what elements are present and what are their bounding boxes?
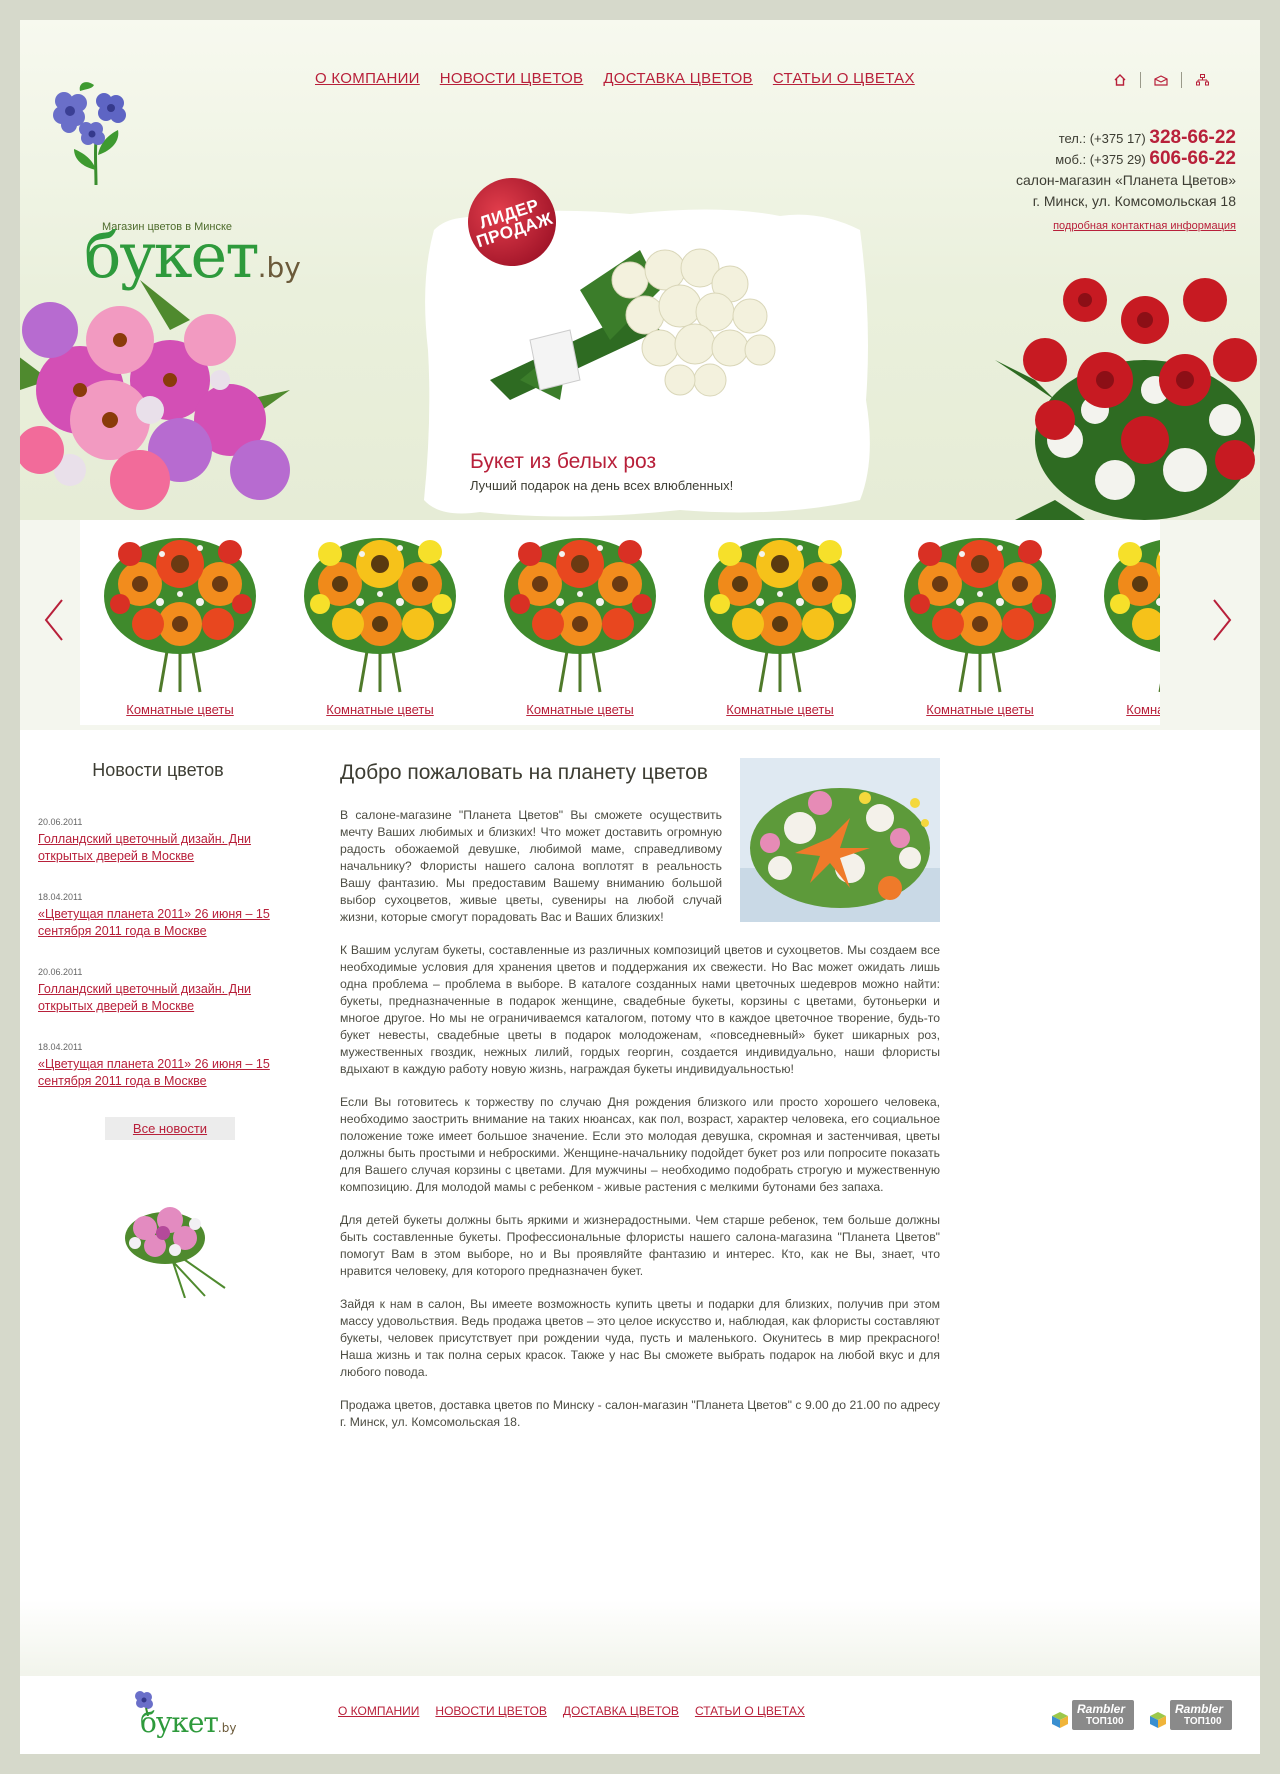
main-paragraph: Если Вы готовитесь к торжеству по случаю… bbox=[340, 1095, 940, 1194]
carousel-item[interactable]: Комнатные цветы bbox=[680, 520, 880, 725]
phone-label: тел.: (+375 17) bbox=[1058, 131, 1146, 146]
nav-about[interactable]: О КОМПАНИИ bbox=[315, 70, 420, 87]
carousel-item[interactable]: Комнатные цветы bbox=[1080, 520, 1160, 725]
phone-line: тел.: (+375 17) 328-66-22 bbox=[1016, 128, 1236, 149]
news-item: 18.04.2011 «Цветущая планета 2011» 26 ию… bbox=[38, 1042, 278, 1090]
footer-logo-wordmark: букет.by bbox=[140, 1706, 236, 1739]
counter-label: ТОП100 bbox=[1086, 1716, 1124, 1727]
news-sidebar: Новости цветов 20.06.2011 Голландский цв… bbox=[38, 760, 278, 1298]
footer-nav-about[interactable]: О КОМПАНИИ bbox=[338, 1704, 419, 1718]
home-icon[interactable] bbox=[1112, 72, 1128, 88]
footer-nav-delivery[interactable]: ДОСТАВКА ЦВЕТОВ bbox=[563, 1704, 679, 1718]
phone-number: 328-66-22 bbox=[1149, 127, 1236, 148]
bouquet-image bbox=[1104, 540, 1160, 692]
contact-details-link[interactable]: подробная контактная информация bbox=[1016, 220, 1236, 232]
top-icons bbox=[1112, 72, 1210, 88]
all-news-button[interactable]: Все новости bbox=[105, 1117, 235, 1140]
site-logo[interactable]: Магазин цветов в Минске букет.by bbox=[38, 75, 301, 287]
carousel-caption[interactable]: Комнатные цветы bbox=[680, 702, 880, 717]
counters: Rambler ТОП100 Rambler ТОП100 bbox=[1050, 1700, 1232, 1730]
product-carousel: Комнатные цветы Комнатные цветы Комнатные … bbox=[20, 520, 1260, 730]
carousel-item[interactable]: Комнатные цветы bbox=[880, 520, 1080, 725]
red-roses-image bbox=[995, 278, 1257, 520]
mail-icon[interactable] bbox=[1153, 72, 1169, 88]
footer-nav: О КОМПАНИИ НОВОСТИ ЦВЕТОВ ДОСТАВКА ЦВЕТО… bbox=[338, 1704, 805, 1718]
bouquet-image bbox=[504, 538, 656, 693]
footer-logo-main: букет bbox=[140, 1706, 219, 1739]
promo-title[interactable]: Букет из белых роз bbox=[470, 450, 656, 474]
main-paragraph: Продажа цветов, доставка цветов по Минск… bbox=[340, 1398, 940, 1429]
top-nav: О КОМПАНИИ НОВОСТИ ЦВЕТОВ ДОСТАВКА ЦВЕТО… bbox=[315, 70, 915, 87]
carousel-item[interactable]: Комнатные цветы bbox=[80, 520, 280, 725]
page: Магазин цветов в Минске букет.by О КОМПА… bbox=[20, 20, 1260, 1754]
carousel-caption[interactable]: Комнатные цветы bbox=[1080, 702, 1160, 717]
carousel-caption[interactable]: Комнатные цветы bbox=[480, 702, 680, 717]
rambler-cube-icon bbox=[1150, 1712, 1166, 1728]
pink-bouquet-image bbox=[20, 280, 290, 510]
main-paragraph: Зайдя к нам в салон, Вы имеете возможнос… bbox=[340, 1297, 940, 1379]
news-item: 18.04.2011 «Цветущая планета 2011» 26 ию… bbox=[38, 892, 278, 940]
counter-label: ТОП100 bbox=[1184, 1716, 1222, 1727]
mobile-label: моб.: (+375 29) bbox=[1055, 152, 1146, 167]
counter-name: Rambler bbox=[1077, 1702, 1126, 1716]
mobile-number: 606-66-22 bbox=[1149, 148, 1236, 169]
sidebar-title: Новости цветов bbox=[92, 760, 224, 780]
carousel-item[interactable]: Комнатные цветы bbox=[480, 520, 680, 725]
chevron-right-icon bbox=[1213, 599, 1232, 641]
main-paragraph: К Вашим услугам букеты, составленные из … bbox=[340, 943, 940, 1076]
carousel-track: Комнатные цветы Комнатные цветы Комнатные … bbox=[80, 520, 1160, 725]
bouquet-image bbox=[704, 538, 856, 693]
footer-logo-suffix: .by bbox=[217, 1721, 237, 1735]
carousel-prev-button[interactable] bbox=[34, 590, 74, 650]
carousel-caption[interactable]: Комнатные цветы bbox=[280, 702, 480, 717]
news-link[interactable]: «Цветущая планета 2011» 26 июня – 15 сен… bbox=[38, 1056, 278, 1090]
main-content: Добро пожаловать на планету цветов В сал… bbox=[340, 758, 940, 1447]
arrangement-photo bbox=[740, 758, 940, 922]
news-link[interactable]: Голландский цветочный дизайн. Дни открыт… bbox=[38, 831, 278, 865]
bouquet-image bbox=[104, 538, 256, 693]
news-link[interactable]: «Цветущая планета 2011» 26 июня – 15 сен… bbox=[38, 906, 278, 940]
mobile-line: моб.: (+375 29) 606-66-22 bbox=[1016, 149, 1236, 170]
footer: букет.by О КОМПАНИИ НОВОСТИ ЦВЕТОВ ДОСТА… bbox=[20, 1676, 1260, 1754]
carousel-item[interactable]: Комнатные цветы bbox=[280, 520, 480, 725]
news-link[interactable]: Голландский цветочный дизайн. Дни открыт… bbox=[38, 981, 278, 1015]
nav-news[interactable]: НОВОСТИ ЦВЕТОВ bbox=[440, 70, 584, 87]
rambler-counter[interactable]: Rambler ТОП100 bbox=[1050, 1700, 1134, 1730]
sitemap-icon[interactable] bbox=[1194, 72, 1210, 88]
header: Магазин цветов в Минске букет.by О КОМПА… bbox=[20, 20, 1260, 520]
rambler-counter[interactable]: Rambler ТОП100 bbox=[1148, 1700, 1232, 1730]
bouquet-image bbox=[904, 538, 1056, 693]
icon-divider bbox=[1140, 72, 1141, 88]
footer-logo[interactable]: букет.by bbox=[130, 1686, 240, 1746]
news-item: 20.06.2011 Голландский цветочный дизайн.… bbox=[38, 967, 278, 1015]
news-date: 20.06.2011 bbox=[38, 817, 83, 827]
salon-name: салон-магазин «Планета Цветов» bbox=[1015, 172, 1236, 188]
news-date: 18.04.2011 bbox=[38, 892, 83, 902]
salon-address: г. Минск, ул. Комсомольская 18 bbox=[1032, 193, 1236, 209]
carousel-viewport: Комнатные цветы Комнатные цветы Комнатные … bbox=[80, 520, 1160, 725]
footer-nav-news[interactable]: НОВОСТИ ЦВЕТОВ bbox=[435, 1704, 547, 1718]
sidebar-bouquet-image bbox=[125, 1207, 226, 1298]
logo-flowers-icon bbox=[53, 82, 126, 185]
carousel-next-button[interactable] bbox=[1202, 590, 1242, 650]
news-item: 20.06.2011 Голландский цветочный дизайн.… bbox=[38, 817, 278, 865]
bouquet-image bbox=[304, 538, 456, 693]
carousel-caption[interactable]: Комнатные цветы bbox=[80, 702, 280, 717]
main-paragraph: Для детей букеты должны быть яркими и жи… bbox=[340, 1213, 940, 1278]
chevron-left-icon bbox=[44, 599, 63, 641]
news-date: 20.06.2011 bbox=[38, 967, 83, 977]
contact-block: тел.: (+375 17) 328-66-22 моб.: (+375 29… bbox=[1015, 128, 1236, 233]
carousel-caption[interactable]: Комнатные цветы bbox=[880, 702, 1080, 717]
nav-articles[interactable]: СТАТЬИ О ЦВЕТАХ bbox=[773, 70, 915, 87]
footer-nav-articles[interactable]: СТАТЬИ О ЦВЕТАХ bbox=[695, 1704, 805, 1718]
news-date: 18.04.2011 bbox=[38, 1042, 83, 1052]
rambler-cube-icon bbox=[1052, 1712, 1068, 1728]
icon-divider bbox=[1181, 72, 1182, 88]
promo-subtitle: Лучший подарок на день всех влюбленных! bbox=[470, 478, 734, 493]
counter-name: Rambler bbox=[1175, 1702, 1224, 1716]
nav-delivery[interactable]: ДОСТАВКА ЦВЕТОВ bbox=[603, 70, 753, 87]
